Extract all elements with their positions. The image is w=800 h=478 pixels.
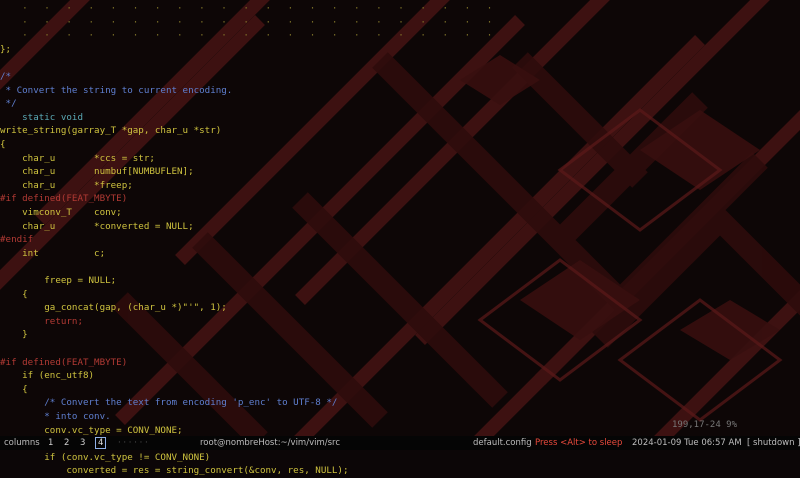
terminal-line: }; xyxy=(0,43,11,57)
code-text: return; xyxy=(0,315,83,327)
window-title: root@nombreHost:~/vim/vim/src xyxy=(200,438,341,448)
terminal-line: vimconv_T conv; xyxy=(0,206,122,220)
code-text: char_u *ccs = str; xyxy=(0,152,155,164)
terminal-line: ga_concat(gap, (char_u *)"'", 1); xyxy=(0,301,227,315)
code-text: #if defined(FEAT_MBYTE) xyxy=(0,356,128,368)
code-text: #endif xyxy=(0,234,34,246)
terminal-line: #if defined(FEAT_MBYTE) xyxy=(0,356,127,370)
code-text: ga_concat(gap, (char_u *)"'", 1); xyxy=(0,302,227,314)
clock: 2024-01-09 Tue 06:57 AM xyxy=(632,438,742,448)
code-text: { xyxy=(0,139,6,150)
code-text: /* xyxy=(0,71,12,82)
sleep-hint: Press <Alt> to sleep xyxy=(535,438,623,448)
workspace-4-active[interactable]: 4 xyxy=(95,437,107,449)
code-text: /* Convert the text from encoding 'p_enc… xyxy=(0,397,338,409)
workspace-1[interactable]: 1 xyxy=(48,436,53,450)
terminal-line: freep = NULL; xyxy=(0,274,116,288)
terminal-line: { xyxy=(0,383,28,397)
shutdown-button[interactable]: [ shutdown ] xyxy=(747,436,800,450)
terminal-window[interactable]: · · · · · · · · · · · · · · · · · · · · … xyxy=(0,0,800,476)
code-text: converted = res = string_convert(&conv, … xyxy=(0,465,349,477)
code-text: char_u *converted = NULL; xyxy=(0,220,194,232)
terminal-line: converted = res = string_convert(&conv, … xyxy=(0,464,348,478)
terminal-line: * into conv. xyxy=(0,410,111,424)
terminal-line: char_u *freep; xyxy=(0,179,133,193)
terminal-line: /* xyxy=(0,70,11,84)
terminal-line: return; xyxy=(0,315,83,329)
code-text: if (enc_utf8) xyxy=(0,370,95,382)
vim-ruler: 199,17-24 9% xyxy=(672,420,738,430)
code-text: } xyxy=(0,329,28,341)
code-text: · · · · · · · · · · · · · · · · · · · · … xyxy=(0,30,493,42)
terminal-line: int c; xyxy=(0,247,105,261)
code-text: write_string(garray_T *gap, char_u *str) xyxy=(0,125,222,137)
code-text: { xyxy=(0,383,28,395)
terminal-line: char_u *converted = NULL; xyxy=(0,220,194,234)
workspace-3[interactable]: 3 xyxy=(80,436,85,450)
code-text: vimconv_T conv; xyxy=(0,207,122,218)
terminal-line: /* Convert the text from encoding 'p_enc… xyxy=(0,396,337,410)
code-text: { xyxy=(0,288,28,300)
terminal-line: #if defined(FEAT_MBYTE) xyxy=(0,192,127,206)
terminal-line: } xyxy=(0,328,28,342)
code-text: #if defined(FEAT_MBYTE) xyxy=(0,193,128,205)
terminal-line: char_u numbuf[NUMBUFLEN]; xyxy=(0,165,194,179)
status-bar: columns 1 2 3 4 · · · · · · root@nombreH… xyxy=(0,436,800,450)
terminal-line: */ xyxy=(0,97,17,111)
code-text: static void xyxy=(0,111,83,123)
terminal-line: · · · · · · · · · · · · · · · · · · · · … xyxy=(0,2,492,16)
code-text: · · · · · · · · · · · · · · · · · · · · … xyxy=(0,3,493,14)
terminal-line: if (conv.vc_type != CONV_NONE) xyxy=(0,451,210,465)
code-text: */ xyxy=(0,98,17,110)
code-text: * Convert the string to current encoding… xyxy=(0,84,233,96)
terminal-line: write_string(garray_T *gap, char_u *str) xyxy=(0,124,221,138)
workspace-placeholder-dots: · · · · · · xyxy=(118,438,148,448)
columns-label: columns xyxy=(4,438,40,448)
terminal-line: if (enc_utf8) xyxy=(0,369,94,383)
workspace-2[interactable]: 2 xyxy=(64,436,69,450)
code-text: char_u numbuf[NUMBUFLEN]; xyxy=(0,166,194,178)
config-name: default.config xyxy=(473,438,532,448)
terminal-line: char_u *ccs = str; xyxy=(0,152,155,166)
code-text: * into conv. xyxy=(0,411,111,422)
terminal-line: · · · · · · · · · · · · · · · · · · · · … xyxy=(0,29,492,43)
code-text: }; xyxy=(0,43,12,55)
terminal-line: static void xyxy=(0,111,83,125)
code-text: · · · · · · · · · · · · · · · · · · · · … xyxy=(0,16,493,28)
code-text: int c; xyxy=(0,247,106,259)
code-text: char_u *freep; xyxy=(0,179,133,191)
terminal-line: * Convert the string to current encoding… xyxy=(0,84,233,98)
terminal-line: { xyxy=(0,288,28,302)
terminal-line: · · · · · · · · · · · · · · · · · · · · … xyxy=(0,16,492,30)
code-text: freep = NULL; xyxy=(0,275,117,286)
code-text: if (conv.vc_type != CONV_NONE) xyxy=(0,451,211,463)
terminal-line: { xyxy=(0,138,6,152)
code-text: conv.vc_type = CONV_NONE; xyxy=(0,424,183,436)
terminal-line: #endif xyxy=(0,233,33,247)
